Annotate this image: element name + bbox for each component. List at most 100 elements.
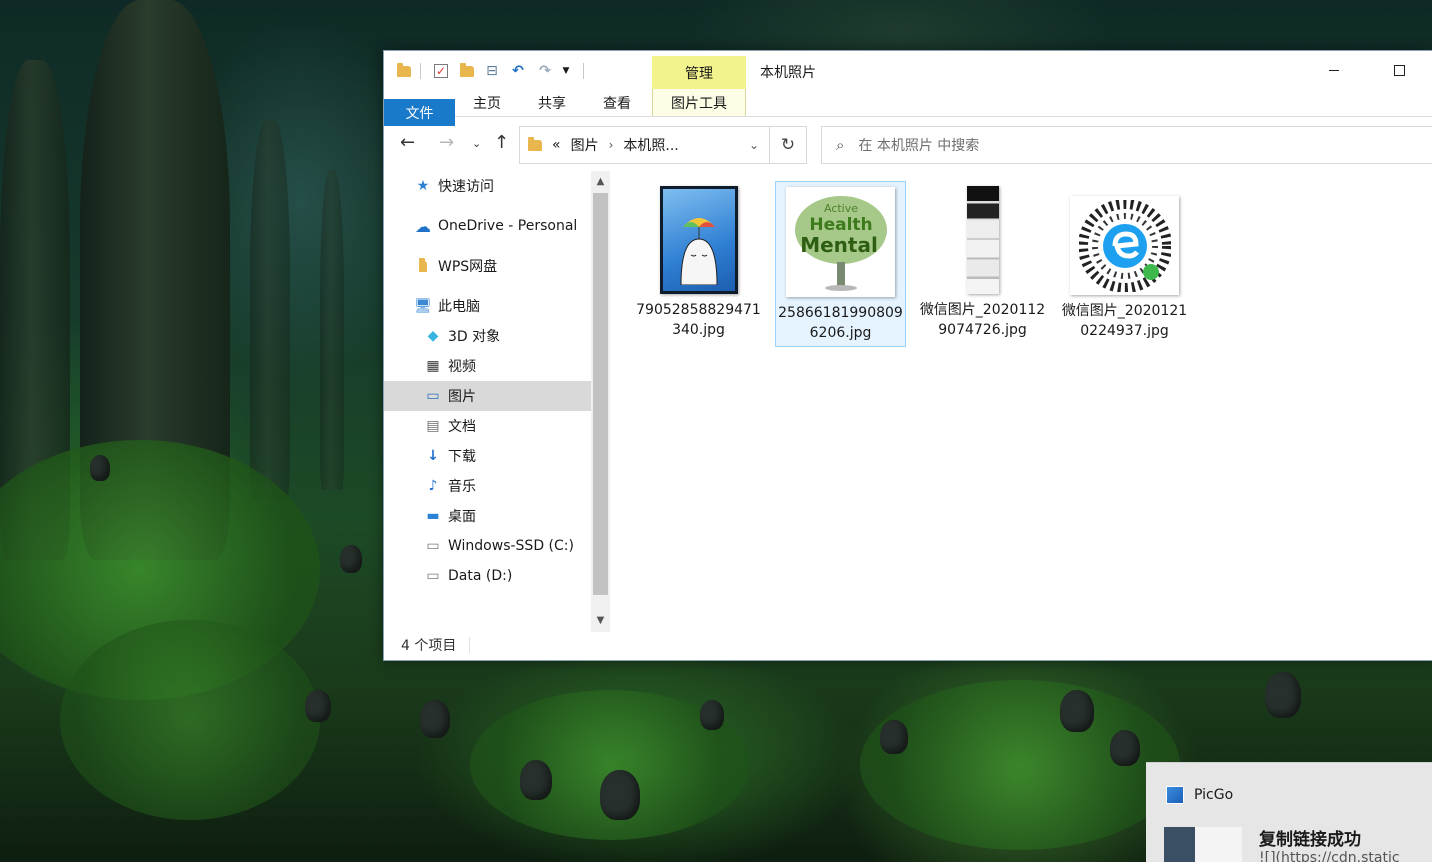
folder-icon[interactable] (394, 61, 414, 81)
image-thumbnail (659, 186, 738, 294)
recent-locations-chevron-icon[interactable]: ⌄ (472, 137, 481, 150)
sidebar-item-label: 桌面 (448, 509, 476, 525)
sidebar-item-drive-d[interactable]: ▭ Data (D:) (384, 561, 591, 591)
breadcrumb-current[interactable]: 本机照... (623, 135, 678, 155)
breadcrumb-pictures[interactable]: 图片 (571, 135, 599, 155)
search-icon: ⌕ (836, 136, 845, 154)
sidebar-item-music[interactable]: ♪ 音乐 (384, 471, 591, 501)
folder-icon (414, 257, 432, 275)
search-placeholder: 在 本机照片 中搜索 (858, 138, 980, 154)
image-thumbnail (1070, 196, 1179, 295)
search-input[interactable]: ⌕ 在 本机照片 中搜索 (821, 126, 1432, 164)
toolbar-separator (420, 63, 421, 79)
sidebar-item-label: 此电脑 (438, 299, 480, 315)
forward-arrow-icon[interactable]: → (439, 132, 454, 153)
sidebar-item-label: Data (D:) (448, 568, 513, 584)
redo-icon[interactable]: ↷ (535, 61, 555, 81)
tab-share[interactable]: 共享 (523, 89, 581, 116)
new-folder-icon[interactable] (457, 61, 477, 81)
file-name: 微信图片_20201129074726.jpg (919, 302, 1046, 338)
customize-toolbar-chevron-icon[interactable]: ▼ (556, 61, 576, 81)
tab-label: 图片工具 (671, 95, 727, 112)
address-bar[interactable]: « 图片 › 本机照... ⌄ (519, 126, 770, 164)
thumb-word-active: Active (823, 202, 857, 215)
status-bar: 4 个项目 (384, 630, 1432, 660)
sidebar-item-label: 快速访问 (438, 179, 494, 195)
item-count: 4 个项目 (401, 638, 457, 654)
ribbon-tabs: 文件 主页 共享 查看 图片工具 (384, 89, 1432, 126)
back-arrow-icon[interactable]: ← (400, 132, 415, 153)
desktop-icon: ▬ (426, 508, 440, 524)
sidebar-item-label: 下载 (448, 449, 476, 465)
file-item[interactable]: 79052858829471340.jpg (633, 181, 764, 343)
scroll-down-arrow-icon[interactable]: ▼ (591, 610, 610, 630)
document-icon: ▤ (426, 418, 440, 434)
refresh-button[interactable]: ↻ (770, 126, 807, 164)
window-title: 本机照片 (760, 65, 816, 81)
maximize-button[interactable] (1376, 57, 1422, 83)
star-icon: ★ (416, 178, 430, 194)
image-thumbnail: Active Health Mental (786, 187, 895, 297)
tab-home[interactable]: 主页 (458, 89, 516, 116)
sidebar-item-this-pc[interactable]: 🖥 此电脑 (384, 291, 591, 321)
sidebar-item-label: WPS网盘 (438, 259, 498, 275)
picture-icon: ▭ (426, 388, 440, 404)
navigation-pane: ★ 快速访问 ☁ OneDrive - Personal WPS网盘 🖥 此电脑… (384, 171, 591, 629)
file-item[interactable]: 微信图片_20201129074726.jpg (917, 181, 1048, 343)
up-arrow-icon[interactable]: ↑ (494, 132, 509, 153)
sidebar-item-pictures[interactable]: ▭ 图片 (384, 381, 591, 411)
tab-label: 查看 (603, 95, 631, 112)
navigation-bar: ← → ⌄ ↑ « 图片 › 本机照... ⌄ ↻ ⌕ 在 本机照片 中搜索 (384, 118, 1432, 166)
sidebar-item-3d-objects[interactable]: ◆ 3D 对象 (384, 321, 591, 351)
tab-label: 主页 (473, 95, 501, 112)
sidebar-item-label: OneDrive - Personal (438, 218, 578, 234)
image-thumbnail (966, 186, 999, 294)
scroll-up-arrow-icon[interactable]: ▲ (591, 171, 610, 191)
picgo-app-icon (1166, 786, 1184, 804)
sidebar-item-drive-c[interactable]: ▭ Windows-SSD (C:) (384, 531, 591, 561)
file-item[interactable]: 微信图片_20201210224937.jpg (1059, 181, 1190, 344)
sidebar-item-label: 视频 (448, 359, 476, 375)
file-item-selected[interactable]: Active Health Mental 258661819908096206.… (775, 181, 906, 347)
refresh-icon: ↻ (780, 135, 796, 155)
picgo-notification[interactable]: PicGo 复制链接成功 ![](https://cdn.static (1146, 762, 1432, 862)
drive-icon: ▭ (426, 538, 440, 554)
tab-picture-tools[interactable]: 图片工具 (652, 89, 746, 116)
address-overflow[interactable]: « (552, 137, 561, 153)
sidebar-item-label: 文档 (448, 419, 476, 435)
tab-label: 共享 (538, 95, 566, 112)
notification-app: PicGo (1166, 786, 1233, 804)
sidebar-item-label: 图片 (448, 389, 476, 405)
file-explorer-window: ✓ ⊟ ↶ ↷ ▼ 管理 本机照片 文件 主页 共享 查看 图片工具 ← → ⌄… (383, 50, 1432, 661)
file-name: 258661819908096206.jpg (778, 305, 903, 341)
computer-icon: 🖥 (414, 298, 432, 314)
music-icon: ♪ (428, 478, 438, 494)
sidebar-item-onedrive[interactable]: ☁ OneDrive - Personal (384, 211, 591, 241)
properties-icon[interactable]: ✓ (431, 61, 451, 81)
rename-icon[interactable]: ⊟ (482, 61, 502, 81)
scrollbar-thumb[interactable] (593, 193, 608, 595)
file-name: 微信图片_20201210224937.jpg (1061, 303, 1188, 339)
tab-view[interactable]: 查看 (588, 89, 646, 116)
notification-app-name: PicGo (1194, 787, 1234, 803)
sidebar-item-desktop[interactable]: ▬ 桌面 (384, 501, 591, 531)
toolbar-separator (583, 63, 584, 79)
sidebar-item-documents[interactable]: ▤ 文档 (384, 411, 591, 441)
sidebar-item-label: 音乐 (448, 479, 476, 495)
undo-icon[interactable]: ↶ (508, 61, 528, 81)
notification-image-preview (1164, 827, 1242, 862)
sidebar-item-label: Windows-SSD (C:) (448, 538, 574, 554)
sidebar-item-label: 3D 对象 (448, 329, 501, 345)
context-tab-manage[interactable]: 管理 (652, 56, 746, 89)
sidebar-item-videos[interactable]: ▦ 视频 (384, 351, 591, 381)
breadcrumb-chevron-icon[interactable]: › (609, 138, 614, 152)
minimize-icon (1329, 69, 1339, 71)
thumb-word-mental: Mental (800, 233, 878, 257)
minimize-button[interactable] (1311, 57, 1357, 83)
navigation-pane-scrollbar[interactable]: ▲ ▼ (591, 171, 610, 632)
sidebar-item-downloads[interactable]: ↓ 下载 (384, 441, 591, 471)
title-bar: ✓ ⊟ ↶ ↷ ▼ 管理 本机照片 (384, 51, 1432, 89)
sidebar-item-wps[interactable]: WPS网盘 (384, 251, 591, 281)
sidebar-item-quick-access[interactable]: ★ 快速访问 (384, 171, 591, 201)
address-dropdown-chevron-icon[interactable]: ⌄ (749, 138, 759, 152)
